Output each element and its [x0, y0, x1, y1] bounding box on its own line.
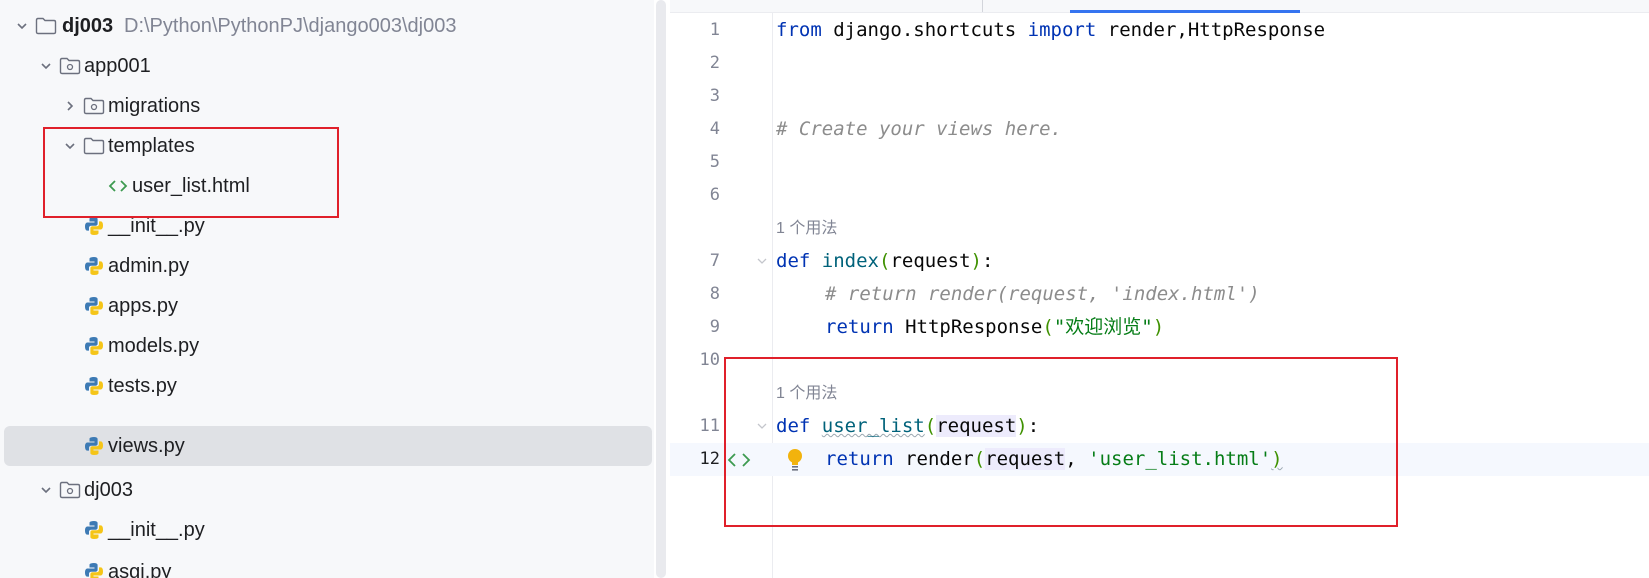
active-tab-indicator[interactable] [1070, 10, 1300, 13]
highlight-box-user-list-function [724, 357, 1398, 527]
python-file-icon [82, 426, 106, 466]
code-line[interactable]: 5 [670, 146, 1649, 179]
colon: : [981, 250, 994, 272]
keyword: def [776, 250, 811, 272]
tree-item-app001[interactable]: app001 [4, 46, 652, 86]
chevron-right-icon[interactable] [62, 86, 78, 126]
python-file-icon [82, 552, 106, 578]
tree-scrollbar[interactable] [656, 0, 666, 578]
string-literal: "欢迎浏览" [1053, 316, 1153, 338]
line-number: 10 [699, 350, 720, 370]
python-file-icon [82, 326, 106, 366]
tree-item-path: D:\Python\PythonPJ\django003\dj003 [124, 15, 457, 37]
tree-item-label: tests.py [108, 375, 177, 397]
function-name: index [821, 250, 879, 272]
chevron-down-icon[interactable] [38, 470, 54, 510]
line-number: 6 [709, 185, 720, 205]
line-number: 3 [709, 86, 720, 106]
tab-divider [982, 0, 983, 12]
python-file-icon [82, 510, 106, 550]
line-number: 5 [709, 152, 720, 172]
tree-item-models-py[interactable]: models.py [4, 326, 652, 366]
code-line[interactable]: 3 [670, 80, 1649, 113]
paren: ) [1152, 316, 1165, 338]
folder-icon [34, 6, 58, 46]
code-text: from django.shortcuts import render,Http… [776, 14, 1325, 47]
project-tree: dj003 D:\Python\PythonPJ\django003\dj003… [0, 0, 654, 578]
tree-item-apps-py[interactable]: apps.py [4, 286, 652, 326]
python-file-icon [82, 366, 106, 406]
line-number: 9 [709, 317, 720, 337]
keyword: return [825, 316, 894, 338]
line-number: 2 [709, 53, 720, 73]
import-names: render,HttpResponse [1096, 19, 1326, 41]
tree-item-label: views.py [108, 435, 185, 457]
line-number: 8 [709, 284, 720, 304]
code-line[interactable]: 8 # return render(request, 'index.html') [670, 278, 1649, 311]
tree-item-label: models.py [108, 335, 200, 357]
paren: ( [878, 250, 891, 272]
code-line[interactable]: 1 from django.shortcuts import render,Ht… [670, 14, 1649, 47]
tree-item-admin-py[interactable]: admin.py [4, 246, 652, 286]
usage-hint-line[interactable]: 1 个用法 [670, 212, 1649, 245]
editor-tab-bar[interactable] [670, 0, 1649, 13]
tree-item-asgi-py[interactable]: asgi.py [4, 552, 652, 578]
python-file-icon [82, 246, 106, 286]
line-number: 12 [699, 449, 720, 469]
tree-item-label: migrations [108, 95, 201, 117]
tree-item-label: dj003 [62, 15, 114, 37]
code-line[interactable]: 2 [670, 47, 1649, 80]
code-editor[interactable]: 1 from django.shortcuts import render,Ht… [670, 0, 1649, 578]
tree-item-label: __init__.py [108, 519, 205, 541]
code-line[interactable]: 7 def index(request): [670, 245, 1649, 278]
code-line[interactable]: 6 [670, 179, 1649, 212]
package-folder-icon [58, 46, 82, 86]
line-number: 7 [709, 251, 720, 271]
line-number: 4 [709, 119, 720, 139]
tree-item-migrations[interactable]: migrations [4, 86, 652, 126]
tree-item-init-py[interactable]: __init__.py [4, 510, 652, 550]
chevron-down-icon[interactable] [14, 6, 30, 46]
tree-item-dj003-package[interactable]: dj003 [4, 470, 652, 510]
parameter: request [890, 250, 971, 272]
code-line[interactable]: 9 return HttpResponse("欢迎浏览") [670, 311, 1649, 344]
usage-hint[interactable]: 1 个用法 [776, 212, 837, 245]
package-folder-icon [58, 470, 82, 510]
keyword: from [776, 19, 822, 41]
package-folder-icon [82, 86, 106, 126]
keyword: import [1027, 19, 1097, 41]
tree-item-label: dj003 [84, 479, 133, 501]
module-name: django.shortcuts [821, 19, 1028, 41]
tree-item-label: asgi.py [108, 561, 172, 578]
python-file-icon [82, 286, 106, 326]
call-name: HttpResponse [893, 316, 1043, 338]
tree-item-tests-py[interactable]: tests.py [4, 366, 652, 406]
tree-item-views-py[interactable]: views.py [4, 426, 652, 466]
fold-icon[interactable] [756, 254, 768, 266]
paren: ( [1042, 316, 1054, 338]
tree-item-dj003-root[interactable]: dj003 D:\Python\PythonPJ\django003\dj003 [4, 6, 652, 46]
line-number: 1 [709, 20, 720, 40]
chevron-down-icon[interactable] [38, 46, 54, 86]
tree-item-label: app001 [84, 55, 151, 77]
highlight-box-templates [43, 127, 339, 218]
code-text: return HttpResponse("欢迎浏览") [825, 311, 1164, 344]
code-comment: # return render(request, 'index.html') [825, 283, 1260, 305]
line-number: 11 [699, 416, 720, 436]
code-text: def index(request): [776, 245, 993, 278]
code-line[interactable]: 4 # Create your views here. [670, 113, 1649, 146]
code-comment: # Create your views here. [776, 118, 1062, 140]
tree-item-label: admin.py [108, 255, 190, 277]
tree-item-label: apps.py [108, 295, 179, 317]
paren: ) [970, 250, 982, 272]
